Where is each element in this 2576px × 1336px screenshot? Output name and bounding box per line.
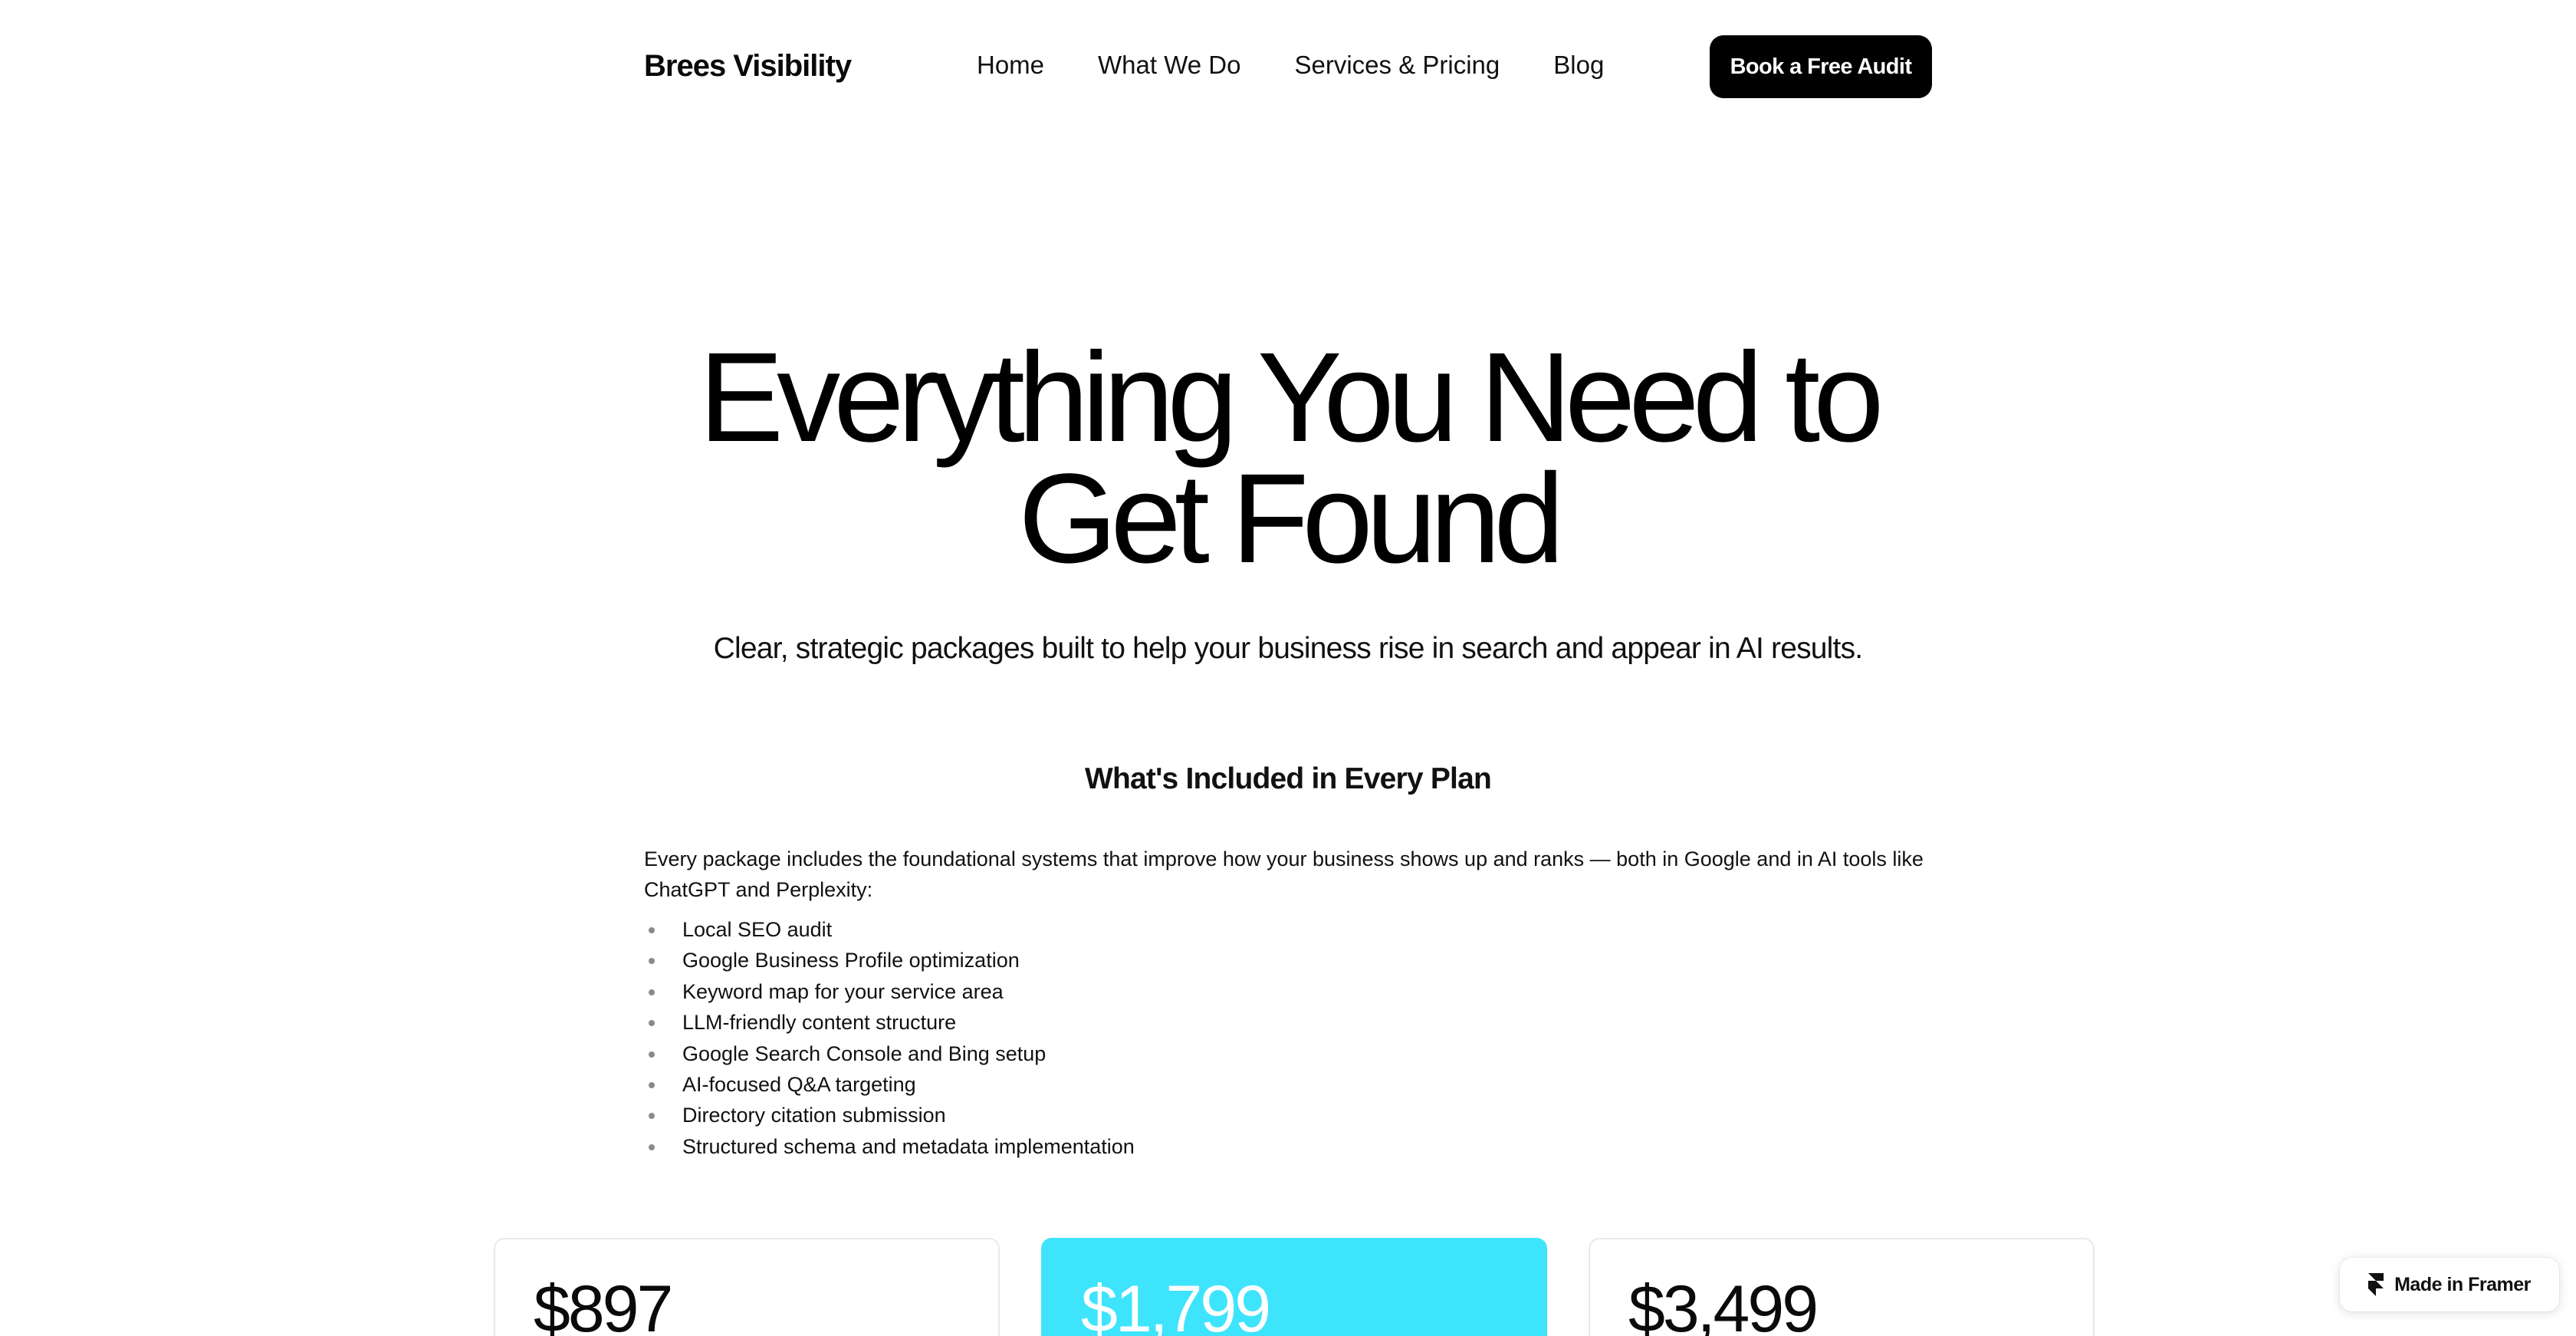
feature-label: Structured schema and metadata implement… [682,1134,1135,1158]
pricing-card-featured[interactable]: $1,799 [1041,1238,1547,1336]
included-intro: Every package includes the foundational … [644,847,1924,901]
feature-item: Directory citation submission [644,1100,1932,1130]
bullet-icon [649,1143,655,1150]
feature-label: Directory citation submission [682,1104,946,1127]
pricing-card-premium[interactable]: $3,499 [1589,1238,2095,1336]
feature-item: Google Business Profile optimization [644,945,1932,976]
hero-title-line-2: Get Found [1018,448,1564,590]
made-in-framer-badge[interactable]: Made in Framer [2340,1258,2559,1311]
price-value: $1,799 [1081,1272,1271,1336]
feature-label: Google Business Profile optimization [682,949,1020,972]
nav-link-what-we-do[interactable]: What We Do [1098,51,1240,80]
pricing-card-starter[interactable]: $897 [494,1238,1000,1336]
bullet-icon [649,1020,655,1027]
badge-label: Made in Framer [2394,1273,2531,1295]
nav-link-blog[interactable]: Blog [1553,51,1604,80]
nav-link-home[interactable]: Home [977,51,1044,80]
site-header: Brees Visibility Home What We Do Service… [644,35,1932,98]
bullet-icon [649,958,655,965]
bullet-icon [649,1082,655,1089]
bullet-icon [649,989,655,995]
feature-item: LLM-friendly content structure [644,1007,1932,1038]
price-value: $897 [534,1272,673,1336]
bullet-icon [649,927,655,933]
feature-item: Structured schema and metadata implement… [644,1131,1932,1162]
hero-subtitle: Clear, strategic packages built to help … [713,632,1863,665]
feature-label: LLM-friendly content structure [682,1011,957,1035]
feature-list: Local SEO audit Google Business Profile … [644,914,1932,1162]
main-nav: Home What We Do Services & Pricing Blog [977,51,1604,80]
framer-logo-icon [2368,1273,2384,1296]
feature-label: Google Search Console and Bing setup [682,1041,1046,1065]
feature-item: Google Search Console and Bing setup [644,1038,1932,1069]
bullet-icon [649,1113,655,1120]
feature-label: Keyword map for your service area [682,979,1004,1003]
hero-title: Everything You Need to Get Found [483,334,2093,583]
price-value: $3,499 [1628,1272,1819,1336]
included-heading: What's Included in Every Plan [1084,762,1492,795]
feature-label: AI-focused Q&A targeting [682,1073,916,1097]
brand-logo[interactable]: Brees Visibility [644,49,852,84]
page: Brees Visibility Home What We Do Service… [0,0,2576,1336]
feature-label: Local SEO audit [682,918,833,941]
nav-link-services-pricing[interactable]: Services & Pricing [1294,51,1500,80]
bullet-icon [649,1051,655,1058]
feature-item: AI-focused Q&A targeting [644,1069,1932,1100]
feature-item: Keyword map for your service area [644,976,1932,1007]
book-audit-button[interactable]: Book a Free Audit [1710,35,1932,98]
feature-item: Local SEO audit [644,914,1932,945]
